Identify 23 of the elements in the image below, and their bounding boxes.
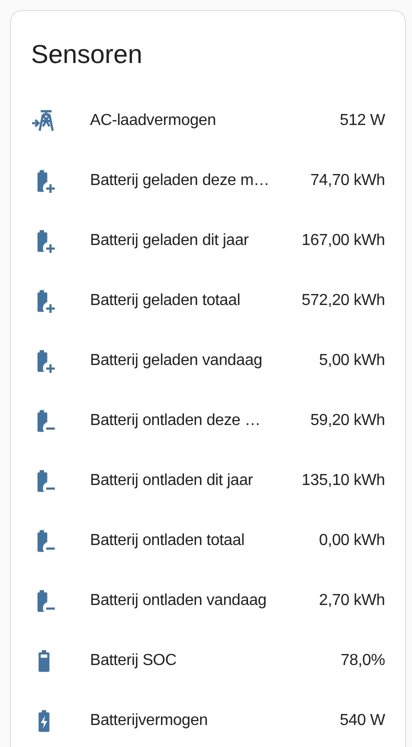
sensor-name[interactable]: Batterij ontladen dit jaar bbox=[90, 472, 294, 490]
sensor-value: 74,70 kWh bbox=[310, 172, 385, 190]
sensor-value: 572,20 kWh bbox=[302, 292, 385, 310]
sensor-value: 540 W bbox=[340, 712, 385, 730]
sensor-name[interactable]: Batterij ontladen deze … bbox=[90, 412, 302, 430]
sensor-name[interactable]: Batterij ontladen vandaag bbox=[90, 592, 311, 610]
sensor-name[interactable]: Batterij geladen dit jaar bbox=[90, 232, 294, 250]
sensor-name[interactable]: AC-laadvermogen bbox=[90, 112, 332, 130]
sensor-value: 2,70 kWh bbox=[319, 592, 385, 610]
sensor-value: 135,10 kWh bbox=[302, 472, 385, 490]
sensor-value: 167,00 kWh bbox=[302, 232, 385, 250]
sensor-value: 5,00 kWh bbox=[319, 352, 385, 370]
card-title: Sensoren bbox=[31, 38, 144, 71]
sensor-name[interactable]: Batterij geladen deze m… bbox=[90, 172, 302, 190]
sensor-value: 0,00 kWh bbox=[319, 532, 385, 550]
sensor-name[interactable]: Batterij geladen vandaag bbox=[90, 352, 311, 370]
sensor-value: 78,0% bbox=[340, 652, 385, 670]
sensor-name[interactable]: Batterij geladen totaal bbox=[90, 292, 294, 310]
sensor-value: 59,20 kWh bbox=[310, 412, 385, 430]
sensor-name[interactable]: Batterij ontladen totaal bbox=[90, 532, 311, 550]
sensor-value: 512 W bbox=[340, 112, 385, 130]
sensor-name[interactable]: Batterijvermogen bbox=[90, 712, 332, 730]
sensor-name[interactable]: Batterij SOC bbox=[90, 652, 333, 670]
